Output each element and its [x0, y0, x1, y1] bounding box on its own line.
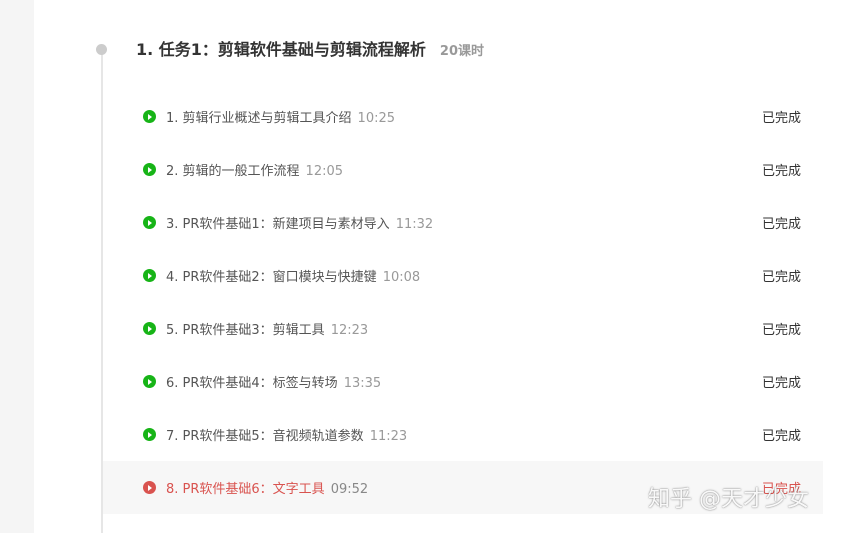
lesson-title: 1. 剪辑行业概述与剪辑工具介绍 10:25	[166, 111, 396, 126]
left-margin	[0, 0, 34, 533]
lesson-title: 6. PR软件基础4：标签与转场 13:35	[166, 376, 382, 391]
lesson-status: 已完成	[762, 217, 802, 232]
lesson-item-active[interactable]: 8. PR软件基础6：文字工具 09:52 已完成	[103, 461, 823, 514]
lesson-item[interactable]: 7. PR软件基础5：音视频轨道参数 11:23 已完成	[103, 408, 823, 461]
lesson-item[interactable]: 1. 剪辑行业概述与剪辑工具介绍 10:25 已完成	[103, 90, 823, 143]
lesson-status: 已完成	[762, 429, 802, 444]
lesson-status: 已完成	[762, 164, 802, 179]
lesson-item[interactable]: 2. 剪辑的一般工作流程 12:05 已完成	[103, 143, 823, 196]
lesson-item[interactable]: 3. PR软件基础1：新建项目与素材导入 11:32 已完成	[103, 196, 823, 249]
play-icon	[143, 269, 156, 282]
lesson-item[interactable]: 6. PR软件基础4：标签与转场 13:35 已完成	[103, 355, 823, 408]
lesson-status: 已完成	[762, 111, 802, 126]
lesson-duration: 10:08	[382, 270, 421, 285]
play-icon	[143, 375, 156, 388]
chapter-title: 1. 任务1：剪辑软件基础与剪辑流程解析	[136, 40, 426, 59]
lesson-title: 8. PR软件基础6：文字工具 09:52	[166, 482, 369, 497]
lesson-title: 7. PR软件基础5：音视频轨道参数 11:23	[166, 429, 408, 444]
lesson-item[interactable]: 5. PR软件基础3：剪辑工具 12:23 已完成	[103, 302, 823, 355]
lesson-title: 5. PR软件基础3：剪辑工具 12:23	[166, 323, 369, 338]
lesson-status: 已完成	[762, 270, 802, 285]
lesson-status: 已完成	[762, 482, 802, 497]
lesson-duration: 11:32	[395, 217, 434, 232]
lesson-title: 3. PR软件基础1：新建项目与素材导入 11:32	[166, 217, 434, 232]
play-icon	[143, 110, 156, 123]
play-icon	[143, 322, 156, 335]
lesson-duration: 11:23	[369, 429, 408, 444]
timeline-dot	[96, 44, 107, 55]
lesson-duration: 10:25	[357, 111, 396, 126]
chapter-lesson-count: 20课时	[439, 44, 485, 59]
lesson-duration: 12:23	[330, 323, 369, 338]
lesson-duration: 12:05	[305, 164, 344, 179]
lesson-duration: 13:35	[343, 376, 382, 391]
lesson-status: 已完成	[762, 376, 802, 391]
lesson-title: 4. PR软件基础2：窗口模块与快捷键 10:08	[166, 270, 421, 285]
lesson-status: 已完成	[762, 323, 802, 338]
play-icon	[143, 216, 156, 229]
play-icon	[143, 163, 156, 176]
lesson-item[interactable]: 4. PR软件基础2：窗口模块与快捷键 10:08 已完成	[103, 249, 823, 302]
chapter-header: 1. 任务1：剪辑软件基础与剪辑流程解析 20课时	[136, 36, 484, 62]
play-icon	[143, 481, 156, 494]
lesson-duration: 09:52	[330, 482, 369, 497]
lesson-title: 2. 剪辑的一般工作流程 12:05	[166, 164, 344, 179]
play-icon	[143, 428, 156, 441]
